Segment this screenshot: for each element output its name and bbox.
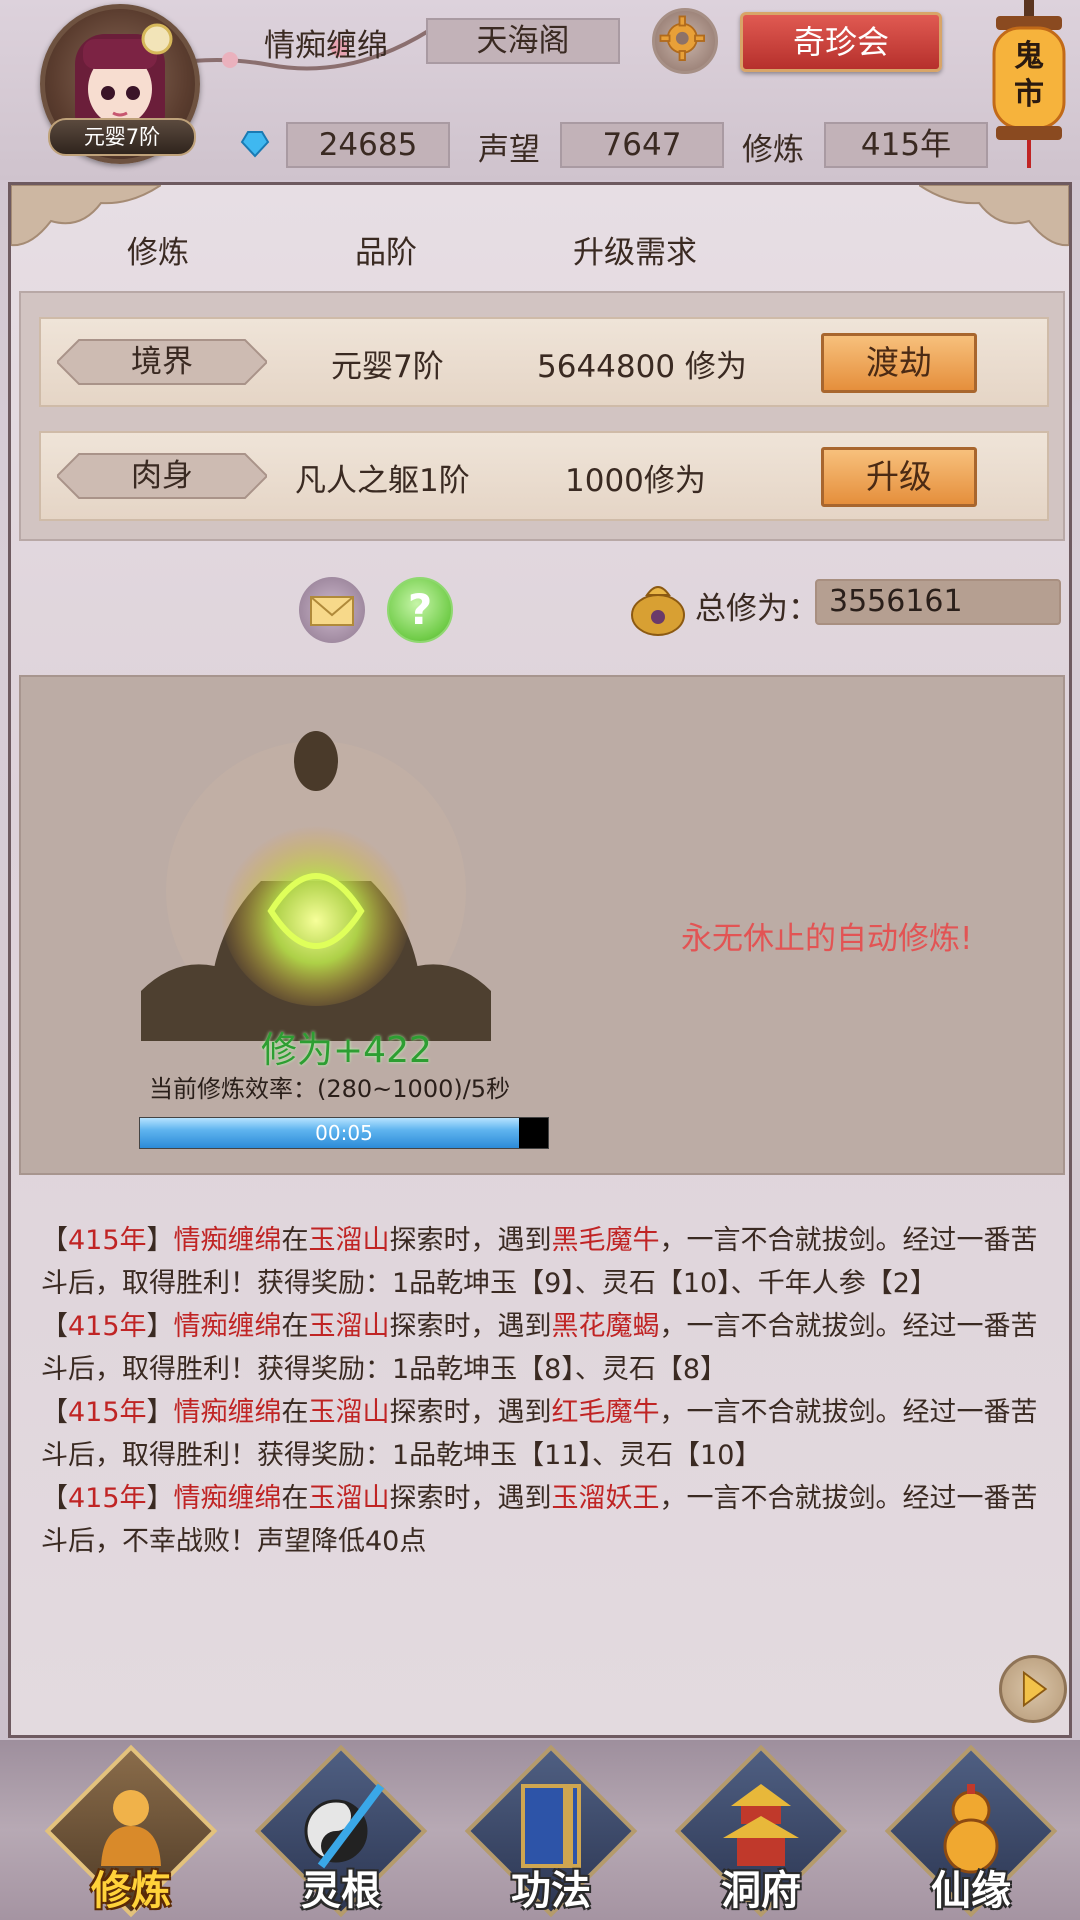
log-text: 玉溜妖王 xyxy=(551,1483,660,1514)
cultivation-years: 415年 xyxy=(824,122,988,168)
log-text: 在 xyxy=(281,1311,309,1342)
log-text: 探索时，遇到 xyxy=(389,1397,552,1428)
log-text: 415年 xyxy=(68,1397,147,1428)
nav-label: 仙缘 xyxy=(931,1868,1011,1914)
log-text: 黑花魔蝎 xyxy=(551,1311,660,1342)
nav-immortal-fate[interactable]: 仙缘 xyxy=(884,1744,1058,1920)
player-name: 情痴缠绵 xyxy=(264,28,388,64)
upgrade-button[interactable]: 升级 xyxy=(821,447,977,507)
body-requirement: 1000修为 xyxy=(565,463,706,499)
cloud-corner-right-decoration xyxy=(919,185,1069,247)
nav-label: 修炼 xyxy=(91,1868,171,1914)
column-header-grade: 品阶 xyxy=(355,235,417,271)
log-text: 玉溜山 xyxy=(308,1397,390,1428)
realm-row: 境界 元婴7阶 5644800 修为 渡劫 xyxy=(39,317,1049,407)
next-page-button[interactable] xyxy=(999,1655,1067,1723)
nav-label: 灵根 xyxy=(301,1868,381,1914)
column-header-requirement: 升级需求 xyxy=(573,235,697,271)
log-text: 红毛魔牛 xyxy=(551,1397,660,1428)
log-text: 探索时，遇到 xyxy=(389,1225,552,1256)
log-entry: 【415年】情痴缠绵在玉溜山探索时，遇到红毛魔牛，一言不合就拔剑。经过一番苦斗后… xyxy=(41,1391,1051,1477)
log-text: 415年 xyxy=(68,1311,147,1342)
log-text: 情痴缠绵 xyxy=(173,1225,282,1256)
nav-spirit-root[interactable]: 灵根 xyxy=(254,1744,428,1920)
body-tag-label: 肉身 xyxy=(131,458,193,494)
cultivation-rate: 当前修炼效率：(280~1000)/5秒 xyxy=(149,1075,511,1103)
money-bag-icon xyxy=(631,586,685,636)
log-text: 情痴缠绵 xyxy=(173,1483,282,1514)
realm-grade: 元婴7阶 xyxy=(331,349,444,385)
body-row: 肉身 凡人之躯1阶 1000修为 升级 xyxy=(39,431,1049,521)
log-bracket: 【 xyxy=(41,1483,68,1514)
total-cultivation-label: 总修为： xyxy=(695,591,819,627)
log-entry: 【415年】情痴缠绵在玉溜山探索时，遇到黑毛魔牛，一言不合就拔剑。经过一番苦斗后… xyxy=(41,1219,1051,1305)
body-tag: 肉身 xyxy=(57,450,267,502)
log-text: 情痴缠绵 xyxy=(173,1311,282,1342)
log-bracket: 】 xyxy=(146,1483,174,1514)
arrow-right-icon xyxy=(1022,1670,1048,1708)
spirit-gem-icon xyxy=(240,131,270,158)
log-text: 玉溜山 xyxy=(308,1311,390,1342)
cultivation-panel: 修炼 品阶 升级需求 境界 元婴7阶 5644800 修为 渡劫 肉身 凡人之躯… xyxy=(8,182,1072,1738)
question-mark-icon: ? xyxy=(407,585,433,634)
nav-label: 功法 xyxy=(511,1868,591,1914)
log-bracket: 】 xyxy=(146,1397,174,1428)
log-entry: 【415年】情痴缠绵在玉溜山探索时，遇到玉溜妖王，一言不合就拔剑。经过一番苦斗后… xyxy=(41,1477,1051,1563)
nav-cave-dwelling[interactable]: 洞府 xyxy=(674,1744,848,1920)
log-text: 探索时，遇到 xyxy=(389,1311,552,1342)
log-text: 415年 xyxy=(68,1225,147,1256)
realm-tag: 境界 xyxy=(57,336,267,388)
log-entry: 【415年】情痴缠绵在玉溜山探索时，遇到黑花魔蝎，一言不合就拔剑。经过一番苦斗后… xyxy=(41,1305,1051,1391)
gems-value: 24685 xyxy=(286,122,450,168)
top-bar: 元婴7阶 情痴缠绵 天海阁 奇珍会 鬼市 24685 声望 7647 修炼 41… xyxy=(0,0,1080,180)
log-text: 情痴缠绵 xyxy=(173,1397,282,1428)
ghost-market-label: 鬼市 xyxy=(1014,39,1044,112)
log-text: 玉溜山 xyxy=(308,1225,390,1256)
realm-level-badge: 元婴7阶 xyxy=(48,118,196,156)
column-header-cultivation: 修炼 xyxy=(127,235,189,271)
meditation-area: 修为+422 当前修炼效率：(280~1000)/5秒 00:05 永无休止的自… xyxy=(19,675,1065,1175)
cultivation-gain: 修为+422 xyxy=(261,1030,432,1071)
nav-cultivation[interactable]: 修炼 xyxy=(44,1744,218,1920)
cultivation-label: 修炼 xyxy=(742,132,804,168)
reputation-value: 7647 xyxy=(560,122,724,168)
realm-requirement: 5644800 修为 xyxy=(537,349,747,385)
total-cultivation-value: 3556161 xyxy=(815,579,1061,625)
settings-button[interactable] xyxy=(652,8,718,74)
log-bracket: 【 xyxy=(41,1311,68,1342)
log-text: 在 xyxy=(281,1397,309,1428)
realm-tag-label: 境界 xyxy=(131,344,193,380)
bottom-navigation: 修炼 灵根 功法 洞府 仙缘 xyxy=(0,1740,1080,1920)
log-text: 415年 xyxy=(68,1483,147,1514)
auto-cultivation-notice: 永无休止的自动修炼! xyxy=(681,921,973,957)
log-bracket: 【 xyxy=(41,1225,68,1256)
battle-log: 【415年】情痴缠绵在玉溜山探索时，遇到黑毛魔牛，一言不合就拔剑。经过一番苦斗后… xyxy=(41,1219,1051,1563)
help-button[interactable]: ? xyxy=(387,577,453,643)
log-text: 黑毛魔牛 xyxy=(551,1225,660,1256)
gear-icon xyxy=(659,15,705,61)
envelope-icon xyxy=(310,596,354,626)
log-text: 在 xyxy=(281,1225,309,1256)
upgrade-rows: 境界 元婴7阶 5644800 修为 渡劫 肉身 凡人之躯1阶 1000修为 升… xyxy=(19,291,1065,541)
log-bracket: 【 xyxy=(41,1397,68,1428)
log-text: 在 xyxy=(281,1483,309,1514)
tribulation-button[interactable]: 渡劫 xyxy=(821,333,977,393)
meditating-figure-icon xyxy=(141,731,491,1041)
treasure-auction-button[interactable]: 奇珍会 xyxy=(740,12,942,72)
log-text: 探索时，遇到 xyxy=(389,1483,552,1514)
progress-timer: 00:05 xyxy=(315,1121,373,1145)
log-text: 玉溜山 xyxy=(308,1483,390,1514)
cultivation-progress-bar: 00:05 xyxy=(139,1117,549,1149)
reputation-label: 声望 xyxy=(478,132,540,168)
nav-label: 洞府 xyxy=(721,1868,801,1914)
log-bracket: 】 xyxy=(146,1311,174,1342)
body-grade: 凡人之躯1阶 xyxy=(295,463,470,499)
mail-button[interactable] xyxy=(299,577,365,643)
ghost-market-lantern[interactable]: 鬼市 xyxy=(990,0,1068,170)
guild-name[interactable]: 天海阁 xyxy=(426,18,620,64)
log-bracket: 】 xyxy=(146,1225,174,1256)
nav-techniques[interactable]: 功法 xyxy=(464,1744,638,1920)
